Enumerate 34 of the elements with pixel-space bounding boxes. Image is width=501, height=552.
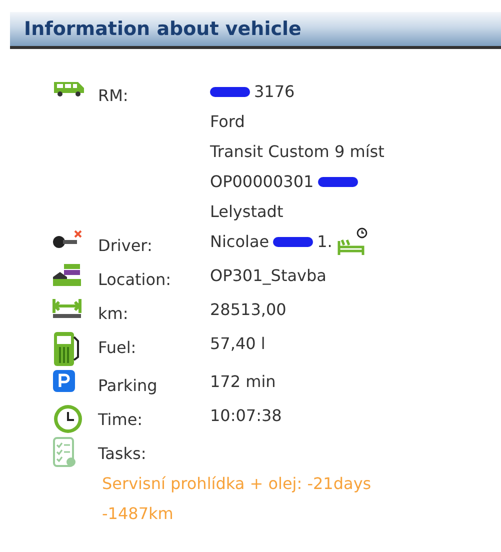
field-value: OP301_Stavba	[210, 265, 326, 287]
field-label: Tasks:	[98, 443, 148, 465]
field-label: Parking	[98, 375, 158, 397]
field-value: Nicolae	[210, 231, 270, 253]
field-value: Lelystadt	[210, 201, 284, 223]
panel-title: Information about vehicle	[24, 16, 302, 42]
checklist-icon	[52, 437, 78, 469]
field-label: Time:	[98, 409, 144, 431]
distance-icon	[52, 297, 82, 319]
task-note: Servisní prohlídka + olej: -21days	[101, 473, 372, 495]
field-value: 57,40 l	[210, 333, 266, 355]
redaction-scribble	[318, 177, 358, 187]
key-icon	[52, 229, 84, 251]
field-label: Fuel:	[98, 337, 138, 359]
field-value: 1.	[317, 231, 332, 253]
field-value: Transit Custom 9 míst	[210, 141, 384, 163]
bed-clock-icon	[336, 227, 368, 257]
task-note: -1487km	[101, 503, 174, 525]
redaction-scribble	[210, 87, 250, 97]
clock-icon	[52, 403, 84, 435]
field-label: RM:	[98, 85, 130, 107]
field-label: km:	[98, 303, 130, 325]
building-icon	[52, 263, 82, 287]
field-value: OP00000301	[210, 171, 314, 193]
field-value: 172 min	[210, 371, 276, 393]
redaction-scribble	[273, 237, 314, 247]
field-value: 28513,00	[210, 299, 286, 321]
van-icon	[52, 79, 86, 97]
field-value: 10:07:38	[210, 405, 282, 427]
field-label: Location:	[98, 269, 172, 291]
field-value: Ford	[210, 111, 245, 133]
parking-icon	[52, 369, 76, 393]
field-value: 3176	[254, 81, 295, 103]
field-label: Driver:	[98, 235, 154, 257]
